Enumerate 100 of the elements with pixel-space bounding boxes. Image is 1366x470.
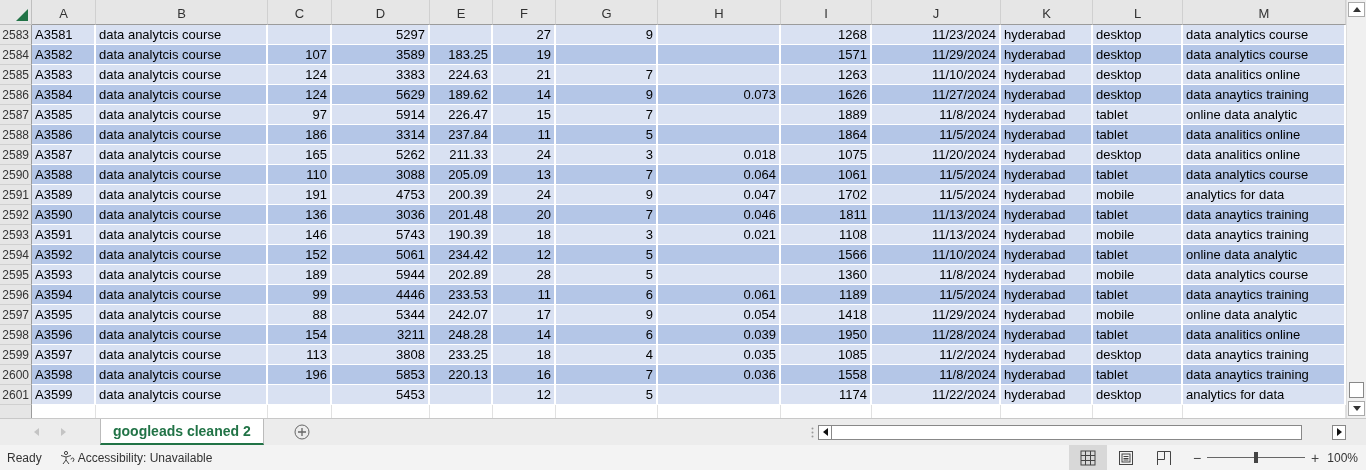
scroll-right-button[interactable] <box>1332 424 1346 440</box>
grid-view-icon <box>1080 450 1096 465</box>
table-cell: 1626 <box>781 85 872 105</box>
table-cell: 14 <box>493 325 556 345</box>
row-number[interactable]: 2588 <box>0 125 32 145</box>
table-cell: A3596 <box>32 325 96 345</box>
table-cell: 1950 <box>781 325 872 345</box>
horizontal-scrollbar[interactable] <box>832 424 1302 440</box>
scroll-down-button[interactable] <box>1348 401 1365 416</box>
table-cell: 11/10/2024 <box>872 245 1001 265</box>
splitter-handle-icon[interactable] <box>811 426 814 438</box>
table-cell <box>430 25 493 45</box>
table-cell: 11/20/2024 <box>872 145 1001 165</box>
zoom-out-button[interactable]: − <box>1192 449 1202 466</box>
table-cell: A3588 <box>32 165 96 185</box>
table-cell: 0.073 <box>658 85 781 105</box>
table-cell: data analytcis course <box>96 145 268 165</box>
table-cell: 5297 <box>332 25 430 45</box>
table-cell: hyderabad <box>1001 345 1093 365</box>
column-header[interactable]: M <box>1183 0 1346 25</box>
row-number[interactable]: 2599 <box>0 345 32 365</box>
table-cell: 0.054 <box>658 305 781 325</box>
table-cell: 107 <box>268 45 332 65</box>
row-number[interactable]: 2589 <box>0 145 32 165</box>
table-cell: data anaytics training <box>1183 285 1346 305</box>
table-cell: 0.018 <box>658 145 781 165</box>
table-cell: 1174 <box>781 385 872 405</box>
table-cell: hyderabad <box>1001 245 1093 265</box>
table-cell: 0.021 <box>658 225 781 245</box>
table-cell: 205.09 <box>430 165 493 185</box>
table-cell: 202.89 <box>430 265 493 285</box>
table-cell: 6 <box>556 325 658 345</box>
column-header[interactable]: F <box>493 0 556 25</box>
table-cell: 5944 <box>332 265 430 285</box>
table-cell: tablet <box>1093 325 1183 345</box>
table-cell: 136 <box>268 205 332 225</box>
table-cell: 0.039 <box>658 325 781 345</box>
table-cell: 1085 <box>781 345 872 365</box>
row-number[interactable]: 2592 <box>0 205 32 225</box>
column-header[interactable]: D <box>332 0 430 25</box>
table-cell: hyderabad <box>1001 125 1093 145</box>
row-number[interactable]: 2596 <box>0 285 32 305</box>
sheet-tab[interactable]: googleads cleaned 2 <box>100 419 264 445</box>
column-header[interactable]: A <box>32 0 96 25</box>
table-cell: 233.25 <box>430 345 493 365</box>
table-cell: 0.064 <box>658 165 781 185</box>
row-number[interactable]: 2600 <box>0 365 32 385</box>
row-number[interactable]: 2584 <box>0 45 32 65</box>
table-cell: online data analytic <box>1183 305 1346 325</box>
view-button[interactable] <box>1068 445 1107 470</box>
down-arrow-icon <box>1352 406 1361 411</box>
triangle-icon <box>16 9 28 21</box>
table-cell: 189 <box>268 265 332 285</box>
zoom-slider-thumb[interactable] <box>1254 452 1259 463</box>
scroll-left-button[interactable] <box>818 424 832 440</box>
table-cell: analytics for data <box>1183 385 1346 405</box>
table-cell: mobile <box>1093 305 1183 325</box>
table-cell: 211.33 <box>430 145 493 165</box>
row-number[interactable]: 2590 <box>0 165 32 185</box>
row-number[interactable]: 2587 <box>0 105 32 125</box>
row-number[interactable]: 2583 <box>0 25 32 45</box>
table-cell: 11/22/2024 <box>872 385 1001 405</box>
column-header[interactable]: J <box>872 0 1001 25</box>
row-number[interactable]: 2585 <box>0 65 32 85</box>
row-number[interactable]: 2597 <box>0 305 32 325</box>
zoom-in-button[interactable]: + <box>1311 449 1320 466</box>
column-header[interactable]: K <box>1001 0 1093 25</box>
table-cell <box>268 385 332 405</box>
column-header[interactable]: H <box>658 0 781 25</box>
table-cell: A3595 <box>32 305 96 325</box>
row-number[interactable]: 2586 <box>0 85 32 105</box>
table-cell: mobile <box>1093 225 1183 245</box>
column-header[interactable]: G <box>556 0 658 25</box>
table-cell: tablet <box>1093 285 1183 305</box>
row-number[interactable]: 2591 <box>0 185 32 205</box>
column-header[interactable]: I <box>781 0 872 25</box>
column-header[interactable]: B <box>96 0 268 25</box>
table-cell: 189.62 <box>430 85 493 105</box>
column-header[interactable]: E <box>430 0 493 25</box>
table-cell: 16 <box>493 365 556 385</box>
row-number[interactable]: 2594 <box>0 245 32 265</box>
row-number[interactable]: 2598 <box>0 325 32 345</box>
table-cell: tablet <box>1093 205 1183 225</box>
table-cell: 152 <box>268 245 332 265</box>
scroll-up-button[interactable] <box>1348 2 1365 17</box>
column-header[interactable]: L <box>1093 0 1183 25</box>
row-number[interactable]: 2595 <box>0 265 32 285</box>
scrollbar-thumb[interactable] <box>1349 382 1364 398</box>
select-all-corner[interactable] <box>0 0 32 25</box>
right-arrow-icon <box>1336 428 1342 436</box>
column-header[interactable]: C <box>268 0 332 25</box>
up-arrow-icon <box>1352 7 1361 12</box>
table-cell: 233.53 <box>430 285 493 305</box>
row-number[interactable]: 2601 <box>0 385 32 405</box>
table-cell: desktop <box>1093 385 1183 405</box>
accessibility-status[interactable]: Accessibility: Unavailable <box>77 450 213 465</box>
table-cell: 5 <box>556 385 658 405</box>
row-number[interactable]: 2593 <box>0 225 32 245</box>
table-cell: 3 <box>556 145 658 165</box>
zoom-level[interactable]: 100% <box>1327 450 1358 465</box>
